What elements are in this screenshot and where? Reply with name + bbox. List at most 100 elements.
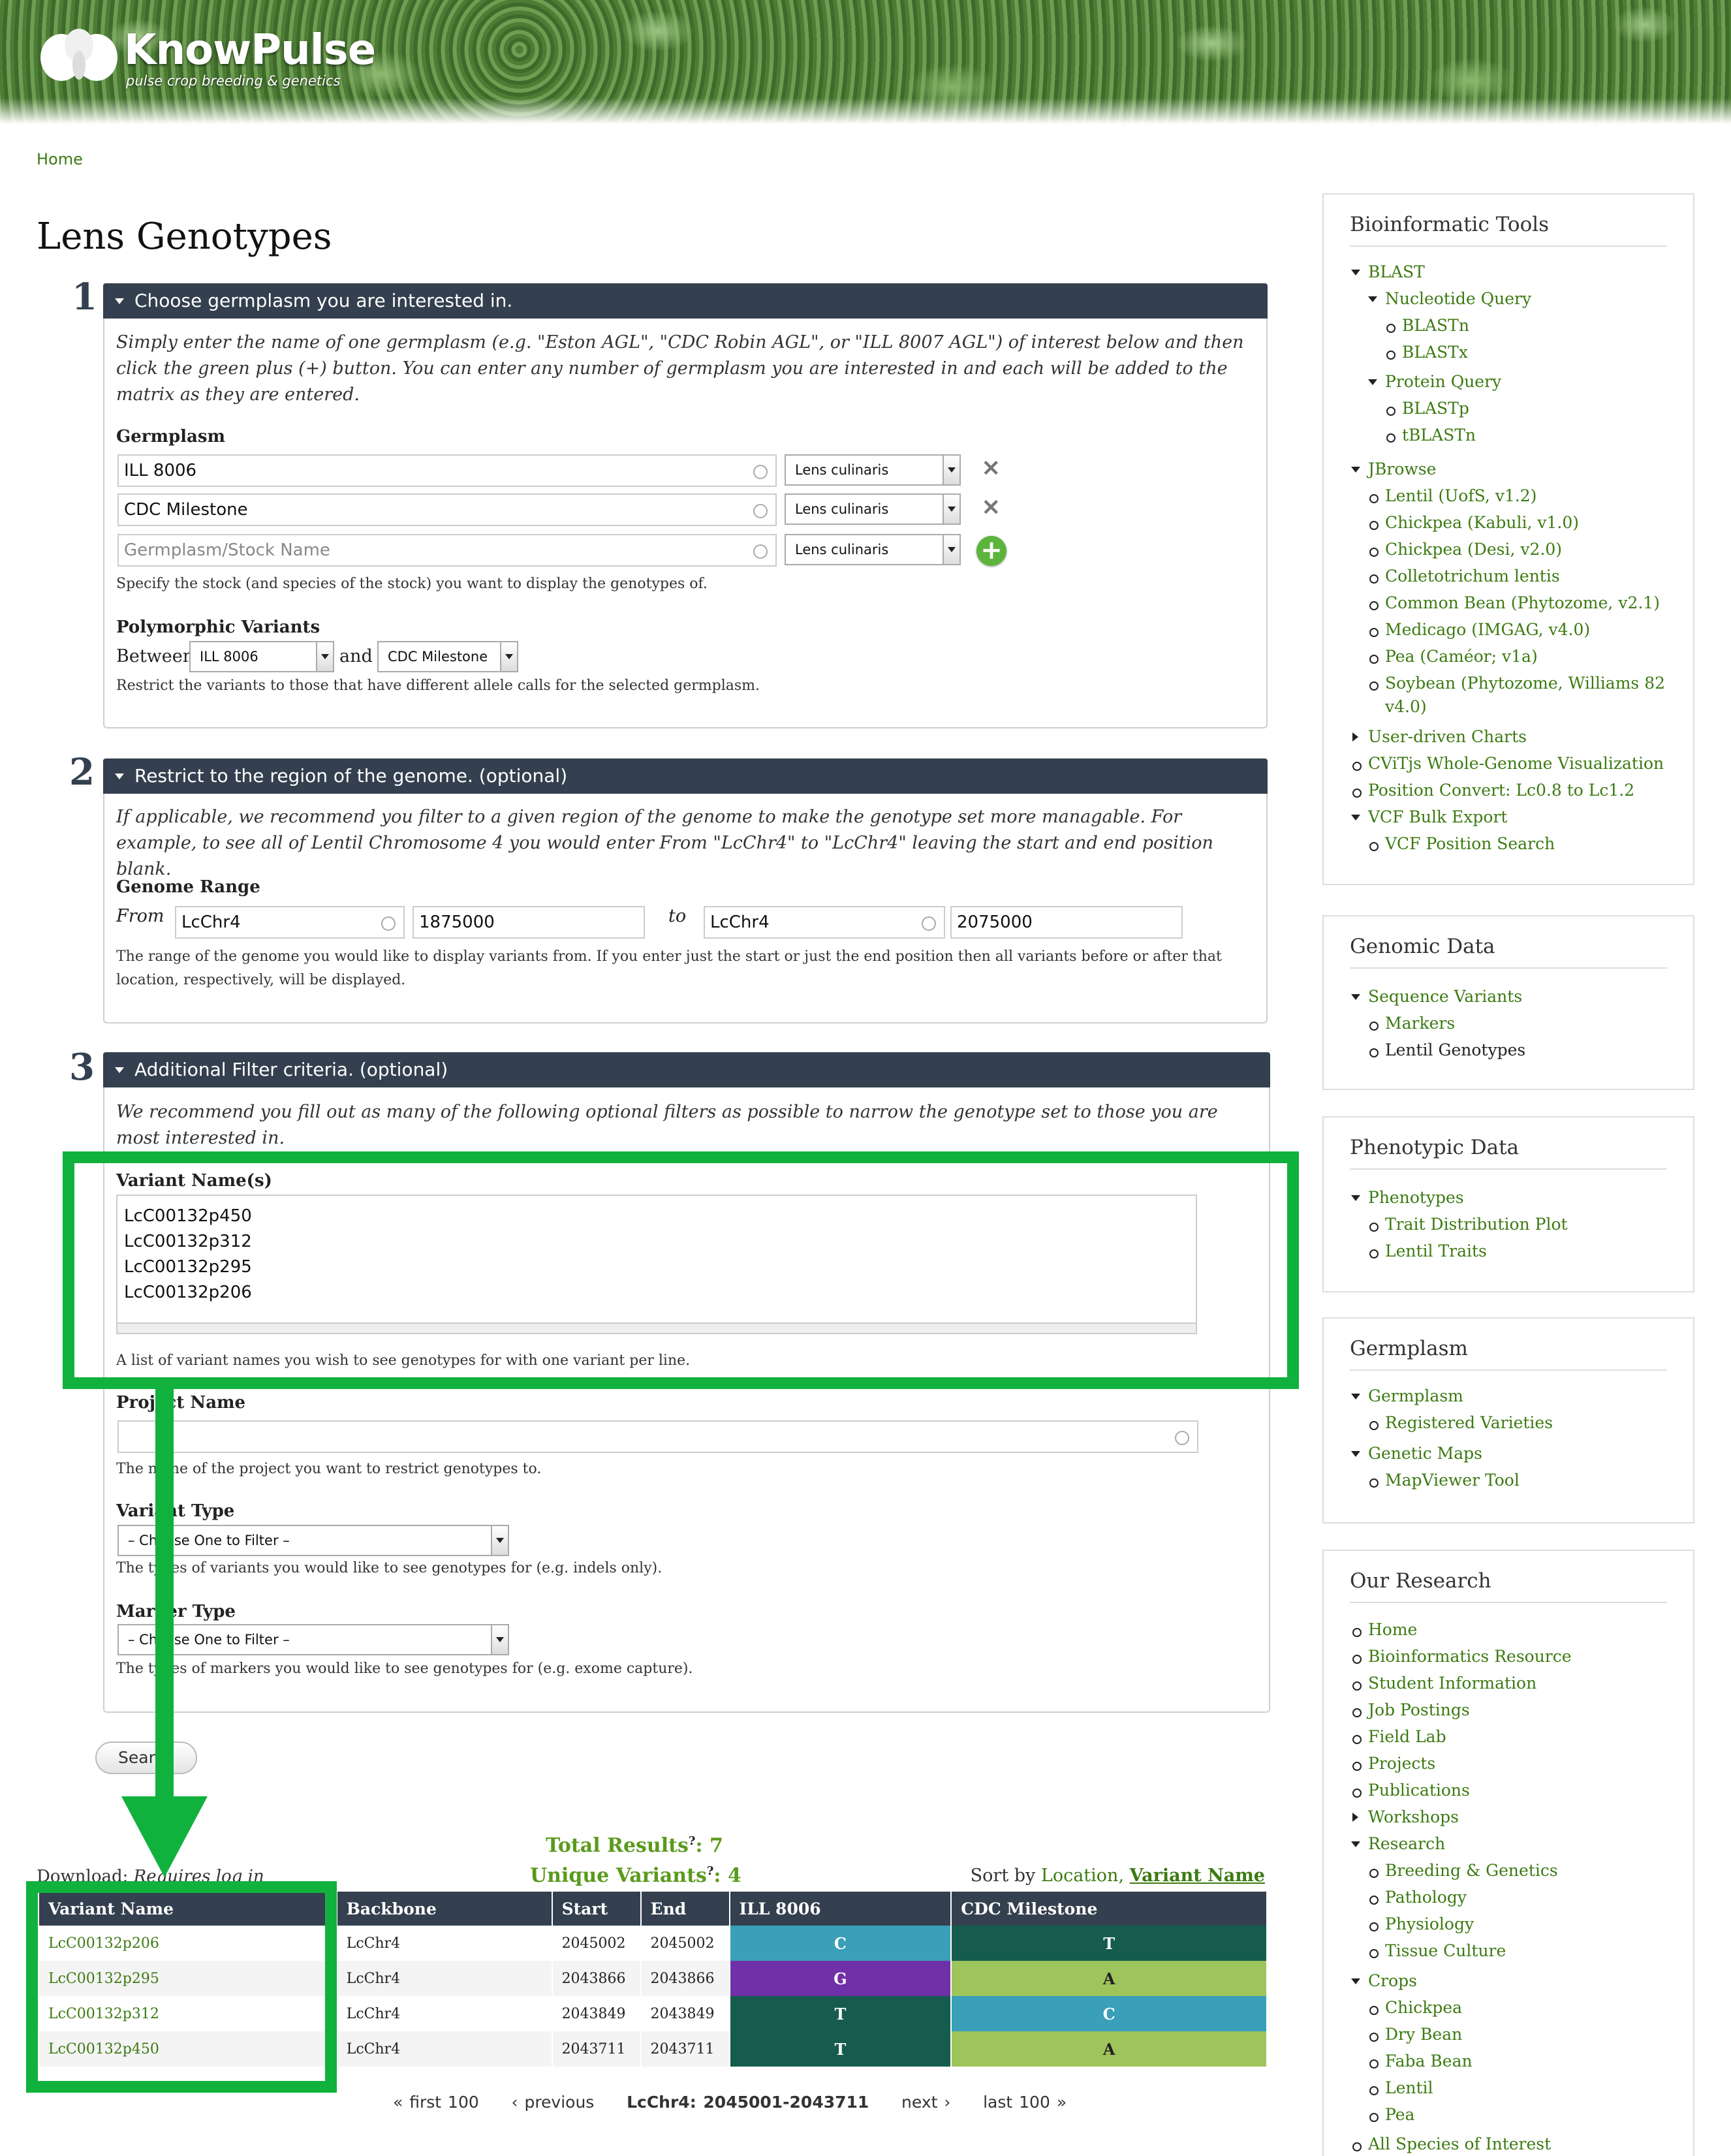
pager-first[interactable]: « first 100 xyxy=(393,2093,479,2112)
search-button[interactable]: Search xyxy=(95,1742,197,1774)
sidebar-link[interactable]: Chickpea xyxy=(1369,1998,1462,2017)
sidebar-link[interactable]: Physiology xyxy=(1369,1914,1474,1933)
marker-type-select[interactable]: – Choose One to Filter – xyxy=(117,1624,509,1655)
sidebar-link[interactable]: BLASTx xyxy=(1386,343,1468,362)
to-position-input[interactable]: 2075000 xyxy=(950,906,1183,939)
variant-type-value: – Choose One to Filter – xyxy=(128,1533,290,1548)
sidebar-link[interactable]: Chickpea (Desi, v2.0) xyxy=(1369,540,1562,559)
help-icon[interactable]: ? xyxy=(707,1864,714,1878)
sidebar-link[interactable]: Chickpea (Kabuli, v1.0) xyxy=(1369,513,1579,532)
germplasm-new-input[interactable]: Germplasm/Stock Name xyxy=(117,534,777,567)
chevron-down-icon xyxy=(500,642,517,671)
sidebar-link[interactable]: BLASTn xyxy=(1386,316,1469,335)
sidebar-link[interactable]: User-driven Charts xyxy=(1352,727,1527,746)
pager-next[interactable]: next › xyxy=(901,2093,950,2112)
germplasm-input[interactable]: CDC Milestone xyxy=(117,493,777,526)
site-title[interactable]: KnowPulse xyxy=(124,26,376,74)
from-backbone-input[interactable]: LcChr4 xyxy=(175,906,405,939)
sidebar-link[interactable]: Student Information xyxy=(1352,1674,1536,1693)
sidebar-link[interactable]: Soybean (Phytozome, Williams 82 xyxy=(1369,674,1665,693)
step-number: 1 xyxy=(72,275,97,319)
page-title: Lens Genotypes xyxy=(37,215,332,258)
col-cdc-milestone[interactable]: CDC Milestone xyxy=(951,1892,1268,1926)
sort-location-link[interactable]: Location, xyxy=(1041,1866,1124,1886)
end-cell: 2043711 xyxy=(640,2031,730,2067)
species-select[interactable]: Lens culinaris xyxy=(785,534,961,565)
polymorphic-desc: Restrict the variants to those that have… xyxy=(116,678,760,694)
to-backbone-input[interactable]: LcChr4 xyxy=(704,906,945,939)
sidebar-link[interactable]: MapViewer Tool xyxy=(1369,1471,1520,1490)
sidebar-link[interactable]: Lentil (UofS, v1.2) xyxy=(1369,486,1536,505)
germplasm-input[interactable]: ILL 8006 xyxy=(117,454,777,487)
sidebar-link[interactable]: CViTjs Whole-Genome Visualization xyxy=(1352,754,1664,773)
sidebar-tools: Bioinformatic Tools BLAST Nucleotide Que… xyxy=(1322,193,1694,885)
sidebar-link[interactable]: Colletotrichum lentis xyxy=(1369,567,1560,586)
sidebar-link[interactable]: Protein Query xyxy=(1367,372,1501,391)
sidebar-link[interactable]: Sequence Variants xyxy=(1350,987,1522,1006)
sidebar-link[interactable]: Breeding & Genetics xyxy=(1369,1861,1558,1880)
project-name-input[interactable] xyxy=(117,1420,1198,1453)
sidebar-link[interactable]: Genetic Maps xyxy=(1351,1444,1482,1463)
step1-legend[interactable]: Choose germplasm you are interested in. xyxy=(103,283,1268,319)
sidebar-link[interactable]: Pea xyxy=(1369,2105,1414,2124)
sidebar-link[interactable]: Faba Bean xyxy=(1369,2052,1473,2070)
sort-variant-link[interactable]: Variant Name xyxy=(1130,1866,1265,1886)
sidebar-link[interactable]: Crops xyxy=(1351,1971,1417,1990)
poly-select-b[interactable]: CDC Milestone xyxy=(377,641,518,672)
sidebar-link[interactable]: VCF Position Search xyxy=(1369,834,1555,853)
variant-type-select[interactable]: – Choose One to Filter – xyxy=(117,1525,509,1556)
species-select[interactable]: Lens culinaris xyxy=(785,493,961,525)
sidebar-link[interactable]: BLASTp xyxy=(1386,399,1469,418)
sidebar-link[interactable]: Job Postings xyxy=(1352,1700,1470,1719)
step3-legend[interactable]: Additional Filter criteria. (optional) xyxy=(103,1052,1270,1087)
sidebar-link[interactable]: VCF Bulk Export xyxy=(1350,807,1507,826)
sidebar-link[interactable]: Bioinformatics Resource xyxy=(1352,1647,1572,1666)
sidebar-link[interactable]: Field Lab xyxy=(1352,1727,1446,1746)
sidebar-link[interactable]: Position Convert: Lc0.8 to Lc1.2 xyxy=(1352,781,1634,800)
sidebar-link[interactable]: Dry Bean xyxy=(1369,2025,1462,2044)
sidebar-heading: Our Research xyxy=(1350,1569,1491,1593)
col-ill-8006[interactable]: ILL 8006 xyxy=(729,1892,952,1926)
species-select[interactable]: Lens culinaris xyxy=(785,454,961,486)
sidebar-link-active[interactable]: Lentil Genotypes xyxy=(1369,1040,1525,1059)
sidebar-link[interactable]: Pathology xyxy=(1369,1888,1467,1907)
sidebar-link[interactable]: Research xyxy=(1350,1834,1445,1853)
col-backbone[interactable]: Backbone xyxy=(336,1892,553,1926)
sidebar-link[interactable]: Germplasm xyxy=(1351,1386,1463,1405)
sidebar-link[interactable]: Lentil Traits xyxy=(1369,1242,1487,1260)
sidebar-link[interactable]: Nucleotide Query xyxy=(1367,289,1531,308)
sidebar-link[interactable]: Medicago (IMGAG, v4.0) xyxy=(1369,620,1590,639)
help-icon[interactable]: ? xyxy=(689,1834,696,1848)
pager-previous[interactable]: ‹ previous xyxy=(512,2093,595,2112)
poly-select-a[interactable]: ILL 8006 xyxy=(189,641,334,672)
col-end[interactable]: End xyxy=(640,1892,730,1926)
sidebar-link[interactable]: Common Bean (Phytozome, v2.1) xyxy=(1369,593,1660,612)
from-position-input[interactable]: 1875000 xyxy=(413,906,645,939)
sidebar-link[interactable]: Publications xyxy=(1352,1781,1470,1800)
sidebar-link[interactable]: Trait Distribution Plot xyxy=(1369,1215,1568,1234)
pager-last[interactable]: last 100 » xyxy=(983,2093,1067,2112)
sidebar-link[interactable]: Phenotypes xyxy=(1351,1188,1464,1207)
highlight-box-variant-column xyxy=(26,1881,337,2093)
sidebar-link[interactable]: Home xyxy=(1352,1620,1417,1639)
sidebar-link[interactable]: Lentil xyxy=(1369,2078,1433,2097)
sidebar-link[interactable]: All Species of Interest xyxy=(1352,2134,1551,2153)
remove-icon[interactable]: ✕ xyxy=(982,456,1001,482)
sidebar-link[interactable]: Tissue Culture xyxy=(1369,1941,1506,1960)
col-start[interactable]: Start xyxy=(552,1892,642,1926)
sidebar-link[interactable]: tBLASTn xyxy=(1386,426,1476,445)
add-germplasm-button[interactable]: + xyxy=(976,536,1006,566)
sidebar-link-cont[interactable]: v4.0) xyxy=(1385,697,1427,716)
sidebar-link[interactable]: Projects xyxy=(1352,1754,1435,1773)
sidebar-link[interactable]: Pea (Caméor; v1a) xyxy=(1369,647,1538,666)
logo-flower-icon[interactable] xyxy=(37,26,121,85)
remove-icon[interactable]: ✕ xyxy=(982,495,1001,521)
sidebar-link[interactable]: Registered Varieties xyxy=(1369,1413,1553,1432)
step2-legend[interactable]: Restrict to the region of the genome. (o… xyxy=(103,758,1268,794)
sidebar-link[interactable]: BLAST xyxy=(1351,262,1425,281)
breadcrumb-home[interactable]: Home xyxy=(37,150,83,168)
sidebar-link[interactable]: Workshops xyxy=(1352,1807,1459,1826)
sidebar-link[interactable]: JBrowse xyxy=(1350,460,1436,478)
sidebar-link[interactable]: Markers xyxy=(1369,1014,1455,1033)
end-cell: 2045002 xyxy=(640,1926,730,1961)
